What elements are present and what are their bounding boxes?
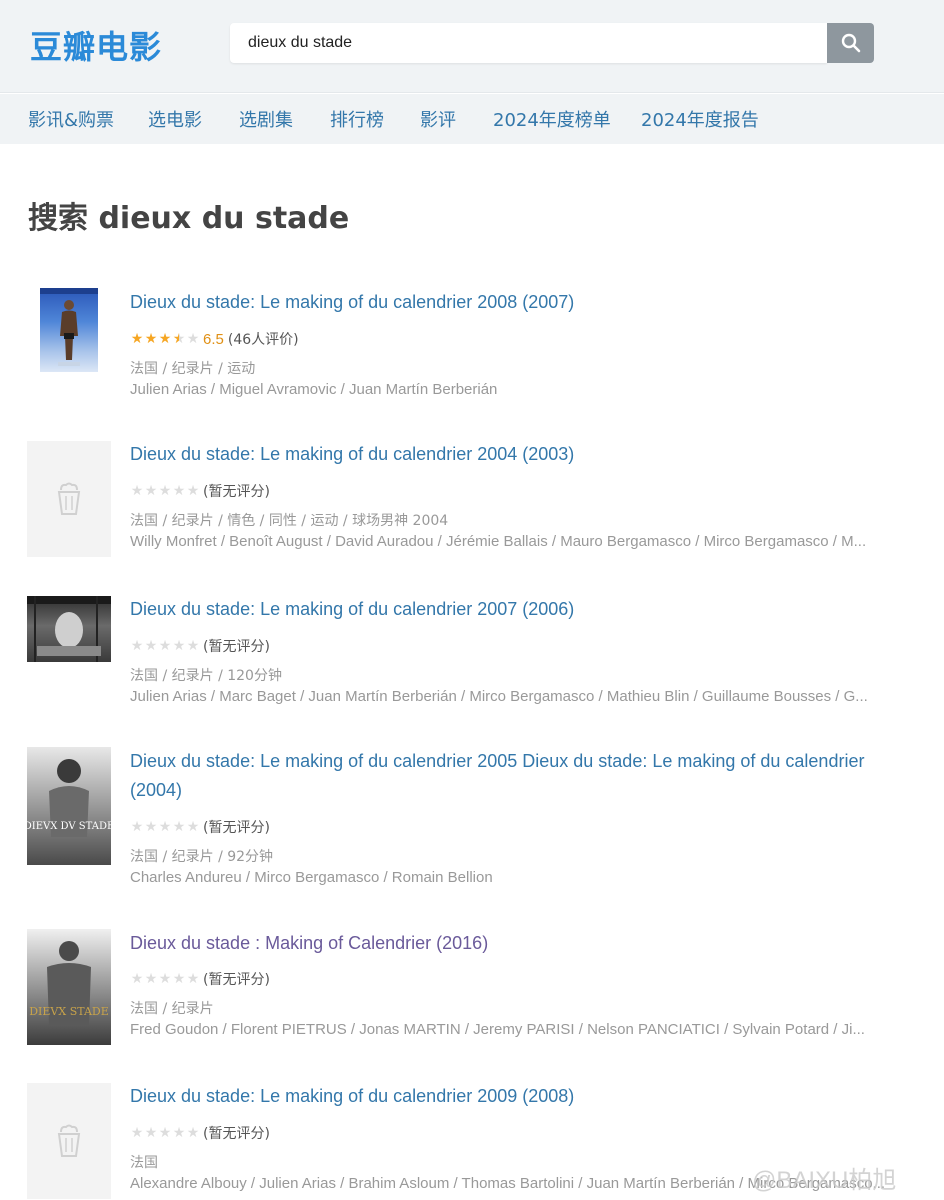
result-cast: Fred Goudon / Florent PIETRUS / Jonas MA…: [130, 1021, 865, 1038]
poster-text: DIEVX DV STADE: [27, 821, 111, 832]
poster-text: DIEVX STADE: [29, 1005, 109, 1018]
star-rating: ★ ★ ★ ★ ★: [130, 1126, 200, 1140]
rating-count: (暂无评分): [203, 1126, 270, 1142]
star-rating: ★ ★ ★ ★ ★: [130, 972, 200, 986]
result-poster-placeholder[interactable]: [27, 1083, 111, 1199]
star-icon: ★: [172, 638, 186, 654]
star-icon: ★: [186, 638, 200, 654]
rating-count: (46人评价): [227, 332, 299, 348]
nav-charts[interactable]: 排行榜: [330, 106, 384, 132]
star-icon: ★: [186, 971, 200, 987]
page-title: 搜索 dieux du stade: [28, 201, 350, 236]
star-icon: ★: [144, 483, 158, 499]
result-poster[interactable]: [40, 288, 98, 372]
star-icon: ★: [144, 331, 158, 347]
nav-tv[interactable]: 选剧集: [239, 106, 293, 132]
rating-count: (暂无评分): [203, 972, 270, 988]
star-icon: ★: [144, 819, 158, 835]
star-icon: ★: [144, 638, 158, 654]
result-meta: 法国 / 纪录片: [130, 1001, 214, 1017]
star-icon: ★: [130, 1125, 144, 1141]
half-star-icon: ★: [172, 331, 186, 347]
star-icon: ★: [172, 483, 186, 499]
result-poster-placeholder[interactable]: [27, 441, 111, 557]
rating-row: ★ ★ ★ ★ ★ 6.5 (46人评价): [130, 329, 299, 349]
main-nav: 影讯&购票 选电影 选剧集 排行榜 影评 2024年度榜单 2024年度报告: [0, 94, 944, 144]
nav-tickets[interactable]: 影讯&购票: [28, 106, 114, 132]
star-icon: ★: [158, 819, 172, 835]
result-poster[interactable]: DIEVX STADE: [27, 929, 111, 1045]
star-icon: ★: [158, 971, 172, 987]
douban-movie-logo[interactable]: 豆瓣电影: [30, 22, 162, 68]
star-icon: ★: [158, 483, 172, 499]
star-icon: ★: [158, 1125, 172, 1141]
star-icon: ★: [172, 819, 186, 835]
star-icon: ★: [172, 1125, 186, 1141]
result-title[interactable]: Dieux du stade: Le making of du calendri…: [130, 288, 870, 317]
result-title[interactable]: Dieux du stade: Le making of du calendri…: [130, 595, 870, 624]
result-meta: 法国 / 纪录片 / 92分钟: [130, 849, 274, 865]
search-icon: [841, 33, 860, 53]
poster-figure: DIEVX DV STADE: [27, 759, 111, 837]
result-title[interactable]: Dieux du stade: Le making of du calendri…: [130, 1082, 870, 1111]
star-rating: ★ ★ ★ ★ ★: [130, 332, 200, 346]
popcorn-placeholder-icon: [57, 1124, 81, 1157]
star-icon: ★: [158, 638, 172, 654]
result-meta: 法国 / 纪录片 / 120分钟: [130, 668, 282, 684]
nav-2024-report[interactable]: 2024年度报告: [641, 106, 759, 132]
nav-movies[interactable]: 选电影: [148, 106, 202, 132]
star-icon: ★: [130, 483, 144, 499]
star-icon: ★: [186, 819, 200, 835]
star-icon: ★: [130, 638, 144, 654]
rating-count: (暂无评分): [203, 820, 270, 836]
rating-row: ★ ★ ★ ★ ★ (暂无评分): [130, 969, 270, 989]
rating-count: (暂无评分): [203, 639, 270, 655]
result-cast: Julien Arias / Marc Baget / Juan Martín …: [130, 688, 868, 705]
nav-2024-ranking[interactable]: 2024年度榜单: [493, 106, 611, 132]
rating-row: ★ ★ ★ ★ ★ (暂无评分): [130, 817, 270, 837]
popcorn-placeholder-icon: [57, 482, 81, 515]
weibo-watermark: @BAIXU柏旭: [752, 1167, 897, 1194]
star-icon: ★: [186, 331, 200, 347]
result-poster[interactable]: DIEVX DV STADE: [27, 747, 111, 865]
rating-row: ★ ★ ★ ★ ★ (暂无评分): [130, 481, 270, 501]
athlete-figure: [40, 288, 98, 366]
nav-reviews[interactable]: 影评: [420, 106, 456, 132]
search-button[interactable]: [827, 23, 874, 63]
star-rating: ★ ★ ★ ★ ★: [130, 639, 200, 653]
result-title[interactable]: Dieux du stade: Le making of du calendri…: [130, 747, 870, 805]
site-header: 豆瓣电影: [0, 0, 944, 93]
result-poster[interactable]: [27, 596, 111, 662]
poster-scene: [27, 596, 111, 662]
search-box: [230, 23, 874, 63]
result-meta: 法国 / 纪录片 / 情色 / 同性 / 运动 / 球场男神 2004: [130, 513, 449, 529]
star-icon: ★: [144, 971, 158, 987]
poster-figure: DIEVX STADE: [29, 941, 109, 1025]
rating-row: ★ ★ ★ ★ ★ (暂无评分): [130, 1123, 270, 1143]
star-icon: ★: [172, 971, 186, 987]
star-icon: ★: [130, 971, 144, 987]
rating-score: 6.5: [203, 330, 224, 348]
star-icon: ★: [186, 483, 200, 499]
result-cast: Willy Monfret / Benoît August / David Au…: [130, 533, 867, 550]
star-icon: ★: [130, 331, 144, 347]
search-input[interactable]: [230, 23, 827, 63]
star-rating: ★ ★ ★ ★ ★: [130, 484, 200, 498]
star-icon: ★: [144, 1125, 158, 1141]
result-cast: Julien Arias / Miguel Avramovic / Juan M…: [130, 381, 498, 398]
rating-count: (暂无评分): [203, 484, 270, 500]
result-title[interactable]: Dieux du stade : Making of Calendrier (2…: [130, 929, 870, 958]
result-cast: Charles Andureu / Mirco Bergamasco / Rom…: [130, 869, 493, 886]
star-icon: ★: [186, 1125, 200, 1141]
star-icon: ★: [130, 819, 144, 835]
star-icon: ★: [158, 331, 172, 347]
result-meta: 法国 / 纪录片 / 运动: [130, 361, 256, 377]
star-rating: ★ ★ ★ ★ ★: [130, 820, 200, 834]
result-title[interactable]: Dieux du stade: Le making of du calendri…: [130, 440, 870, 469]
rating-row: ★ ★ ★ ★ ★ (暂无评分): [130, 636, 270, 656]
